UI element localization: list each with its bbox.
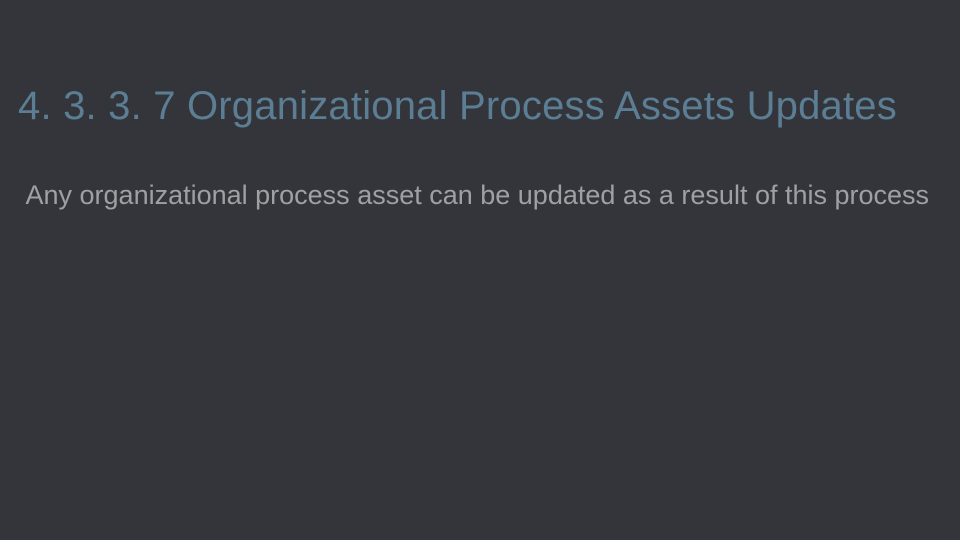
- slide: 4. 3. 3. 7 Organizational Process Assets…: [0, 0, 960, 540]
- slide-title: 4. 3. 3. 7 Organizational Process Assets…: [18, 83, 950, 129]
- slide-body-text: Any organizational process asset can be …: [18, 178, 930, 213]
